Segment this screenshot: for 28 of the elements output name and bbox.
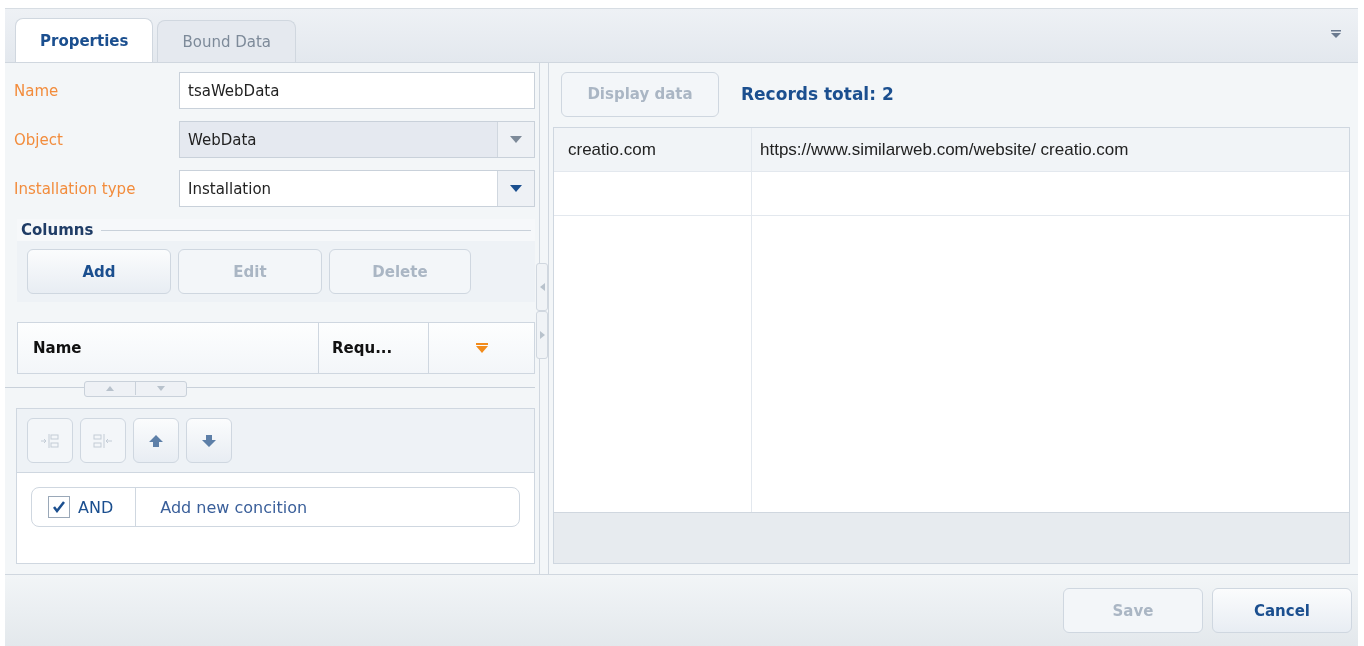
move-down-icon[interactable] — [186, 418, 232, 463]
grid-row[interactable] — [554, 172, 1349, 216]
records-total: Records total: 2 — [741, 84, 894, 104]
add-condition-link[interactable]: Add new concition — [136, 497, 308, 517]
sort-arrow-icon[interactable] — [475, 343, 488, 353]
toolbar-button[interactable]: Add — [27, 249, 171, 294]
input-field[interactable]: tsaWebData — [179, 72, 535, 109]
grid-row[interactable]: creatio.com https://www.similarweb.com/website/ creatio.com — [554, 128, 1349, 172]
table-cell: https://www.similarweb.com/website/ creatio.com — [760, 139, 1129, 160]
column-header[interactable]: Name — [18, 323, 319, 373]
field-label: Name — [14, 81, 60, 100]
collapse-right-handle[interactable] — [536, 311, 548, 359]
checkbox[interactable] — [48, 496, 70, 518]
tab[interactable]: Properties — [15, 18, 154, 62]
collapse-left-handle[interactable] — [536, 263, 548, 311]
move-up-icon[interactable] — [133, 418, 179, 463]
footer-button[interactable]: Cancel — [1212, 588, 1352, 633]
section-title: Columns — [21, 221, 94, 239]
table-cell: creatio.com — [568, 139, 656, 160]
dropdown-menu-icon[interactable] — [1330, 29, 1342, 39]
field-label: Object — [14, 130, 64, 149]
logical-operator[interactable]: AND — [78, 497, 114, 517]
splitter-handle[interactable] — [83, 381, 187, 397]
field-label: Installation type — [14, 179, 137, 198]
dropdown-arrow-icon[interactable] — [510, 185, 522, 192]
checkmark-icon — [52, 501, 66, 513]
column-header[interactable]: Requ... — [319, 323, 429, 373]
input-field[interactable]: Installation — [179, 170, 535, 207]
